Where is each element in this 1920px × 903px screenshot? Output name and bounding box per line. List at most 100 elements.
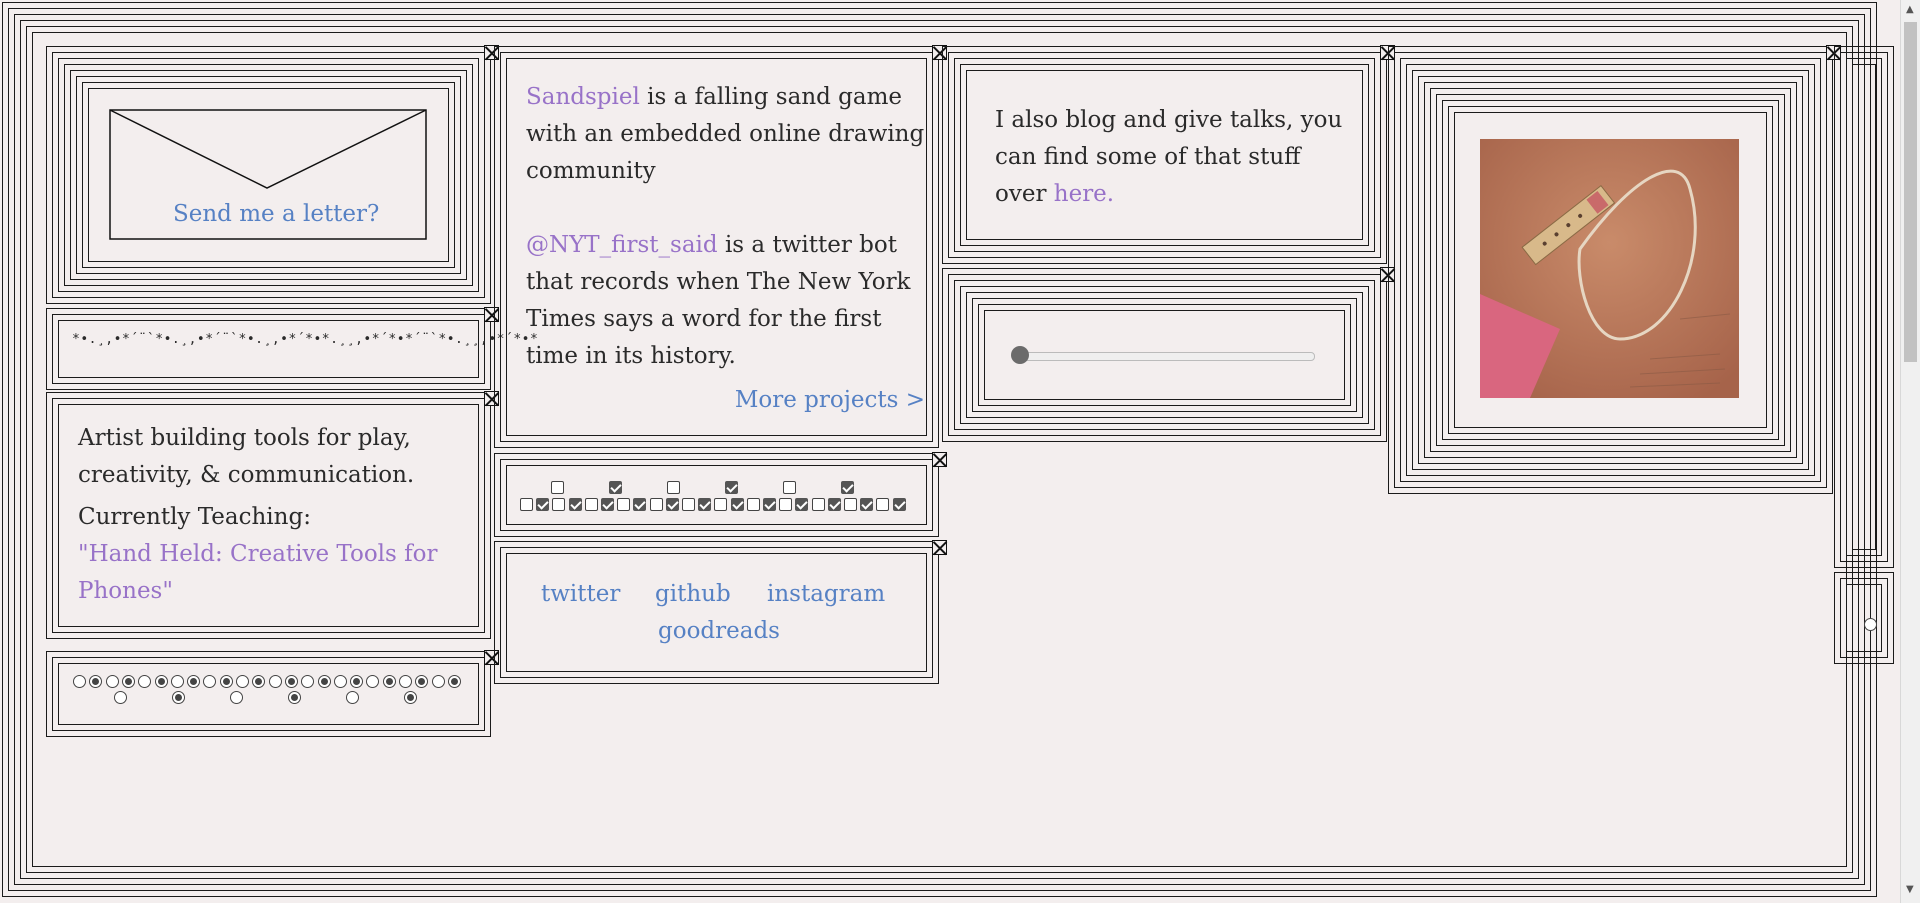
sandspiel-link[interactable]: Sandspiel	[526, 84, 640, 110]
radio-button[interactable]	[382, 675, 396, 688]
vertical-scrollbar[interactable]: ▲ ▼	[1900, 0, 1920, 903]
sandspiel-text: is a falling sand game	[639, 84, 903, 110]
radio-button[interactable]	[114, 691, 127, 704]
radio-button[interactable]	[172, 691, 185, 704]
radio-button[interactable]	[399, 675, 412, 688]
checkbox[interactable]	[568, 498, 582, 511]
bio-line-2: creativity, & communication.	[78, 462, 415, 488]
checkbox[interactable]	[892, 498, 906, 511]
checkbox-window	[494, 452, 947, 537]
checkbox[interactable]	[779, 498, 793, 511]
slider-window	[942, 267, 1395, 442]
nyt-line-3: Times says a word for the first	[526, 306, 882, 332]
more-projects-link[interactable]: More projects >	[735, 382, 925, 419]
nyt-line-4: time in its history.	[526, 343, 736, 369]
radio-button[interactable]	[404, 691, 417, 704]
checkbox[interactable]	[730, 498, 744, 511]
checkbox[interactable]	[795, 498, 809, 511]
send-letter-link[interactable]: Send me a letter?	[173, 196, 379, 233]
radio-button[interactable]	[317, 675, 331, 688]
photo-window	[1388, 45, 1841, 494]
radio-button[interactable]	[284, 675, 298, 688]
checkbox[interactable]	[520, 498, 533, 511]
checkbox[interactable]	[552, 498, 566, 511]
bio-window: Artist building tools for play, creativi…	[46, 391, 499, 639]
checkbox[interactable]	[609, 481, 622, 494]
projects-window: Sandspiel is a falling sand game with an…	[494, 45, 947, 448]
scrollbar-thumb[interactable]	[1904, 22, 1917, 362]
course-link-line-1[interactable]: "Hand Held: Creative Tools for	[78, 536, 438, 573]
course-link-line-2[interactable]: Phones"	[78, 573, 173, 610]
slider-thumb[interactable]	[1011, 346, 1029, 364]
twitter-link[interactable]: twitter	[541, 576, 620, 613]
nyt-text: is a twitter bot	[717, 232, 897, 258]
radio-button[interactable]	[268, 675, 282, 688]
close-icon[interactable]	[932, 452, 947, 467]
checkbox[interactable]	[725, 481, 738, 494]
window-frame	[1846, 584, 1882, 652]
checkbox[interactable]	[536, 498, 550, 511]
radio-button[interactable]	[170, 675, 184, 688]
checkbox[interactable]	[827, 498, 841, 511]
nyt-line-2: that records when The New York	[526, 269, 911, 295]
checkbox[interactable]	[763, 498, 776, 511]
checkbox[interactable]	[746, 498, 760, 511]
radio-button[interactable]	[230, 691, 243, 704]
teaching-label: Currently Teaching:	[78, 504, 311, 530]
scroll-down-icon[interactable]: ▼	[1906, 884, 1914, 895]
radio-button[interactable]	[431, 675, 445, 688]
instagram-link[interactable]: instagram	[767, 576, 885, 613]
checkbox[interactable]	[667, 481, 680, 494]
close-icon[interactable]	[932, 540, 947, 555]
radio-button[interactable]	[187, 675, 201, 688]
sandspiel-line-1: Sandspiel is a falling sand game	[526, 79, 902, 116]
checkbox[interactable]	[665, 498, 679, 511]
checkbox[interactable]	[844, 498, 857, 511]
radio-button[interactable]	[73, 675, 86, 688]
sandspiel-line-3: community	[526, 158, 656, 184]
social-window: twitter github instagram goodreads	[494, 540, 947, 684]
radio-button[interactable]	[288, 691, 301, 704]
sandspiel-line-2: with an embedded online drawing	[526, 121, 925, 147]
checkbox[interactable]	[551, 481, 564, 494]
checkbox[interactable]	[860, 498, 874, 511]
checkbox[interactable]	[698, 498, 712, 511]
checkbox[interactable]	[811, 498, 825, 511]
window-frame	[58, 320, 479, 378]
checkbox[interactable]	[617, 498, 631, 511]
radio-button[interactable]	[219, 675, 233, 688]
goodreads-link[interactable]: goodreads	[658, 613, 780, 650]
offscreen-window-bottom	[1834, 572, 1894, 664]
sparkle-window: *•.¸,•*´¨`*•.¸,•*´¨`*•.¸,•*´*•*.¸¸,•*´*•…	[46, 307, 538, 390]
radio-button[interactable]	[346, 691, 359, 704]
checkbox[interactable]	[682, 498, 695, 511]
checkbox[interactable]	[714, 498, 728, 511]
checkbox[interactable]	[649, 498, 663, 511]
window-frame	[506, 465, 927, 525]
blog-line-1: I also blog and give talks, you	[995, 107, 1343, 133]
radio-button[interactable]	[350, 675, 364, 688]
checkbox[interactable]	[601, 498, 614, 511]
checkbox[interactable]	[876, 498, 890, 511]
checkbox[interactable]	[841, 481, 854, 494]
radio-button[interactable]	[105, 675, 119, 688]
github-link[interactable]: github	[655, 576, 731, 613]
radio-button[interactable]	[236, 675, 249, 688]
radio-button[interactable]	[154, 675, 168, 688]
blog-here-link[interactable]: here.	[1054, 181, 1114, 207]
checkbox[interactable]	[633, 498, 647, 511]
radio-button[interactable]	[447, 675, 461, 688]
checkbox[interactable]	[783, 481, 796, 494]
offscreen-window-top	[1834, 46, 1894, 568]
checkbox[interactable]	[584, 498, 598, 511]
letter-window: Send me a letter?	[46, 45, 499, 304]
radio-button[interactable]	[121, 675, 135, 688]
window-frame	[1852, 64, 1876, 550]
slider-track[interactable]	[1013, 352, 1315, 361]
radio-button[interactable]	[333, 675, 347, 688]
blog-window: I also blog and give talks, you can find…	[942, 45, 1395, 264]
blog-line-2: can find some of that stuff	[995, 144, 1301, 170]
radio-button[interactable]	[1864, 618, 1877, 631]
nyt-link[interactable]: @NYT_first_said	[526, 232, 718, 258]
scroll-up-icon[interactable]: ▲	[1906, 4, 1914, 15]
